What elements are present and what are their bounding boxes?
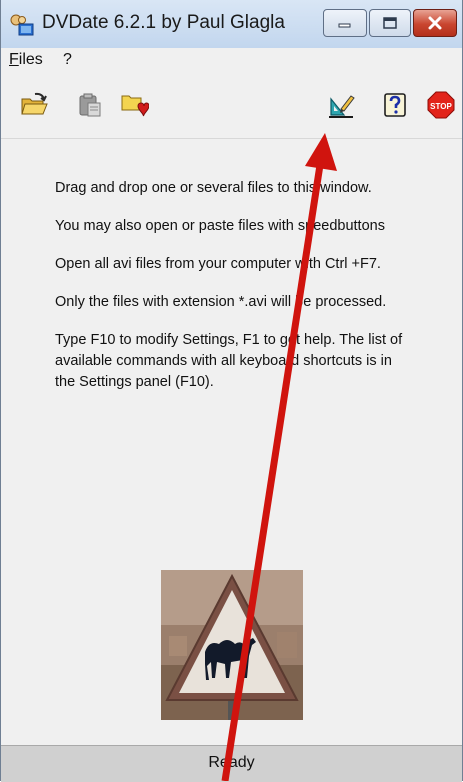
maximize-icon	[383, 17, 397, 29]
help-icon[interactable]	[380, 90, 410, 120]
maximize-button[interactable]	[369, 9, 411, 37]
close-icon	[428, 16, 442, 30]
app-window: DVDate 6.2.1 by Paul Glagla Files ? STOP…	[0, 0, 463, 782]
title-bar[interactable]: DVDate 6.2.1 by Paul Glagla	[1, 0, 462, 48]
status-bar: Ready	[1, 745, 462, 782]
toolbar: STOP	[1, 72, 462, 139]
instructions: Drag and drop one or several files to th…	[55, 178, 415, 410]
settings-icon[interactable]	[326, 90, 356, 120]
stop-icon[interactable]: STOP	[426, 90, 456, 120]
instruction-open-all: Open all avi files from your computer wi…	[55, 256, 381, 272]
svg-text:STOP: STOP	[430, 102, 452, 111]
menu-bar: Files ?	[1, 48, 462, 72]
menu-files-label: iles	[18, 51, 43, 68]
folder-heart-icon[interactable]	[119, 90, 150, 120]
camel-warning-sign-image	[161, 570, 303, 720]
paste-icon[interactable]	[75, 90, 105, 120]
minimize-button[interactable]	[323, 9, 367, 37]
status-text: Ready	[208, 754, 255, 771]
instruction-drag-drop: Drag and drop one or several files to th…	[55, 180, 372, 196]
open-folder-icon[interactable]	[19, 90, 49, 120]
close-button[interactable]	[413, 9, 457, 37]
menu-help[interactable]: ?	[63, 51, 72, 69]
app-icon	[10, 14, 34, 36]
instruction-speedbuttons: You may also open or paste files with sp…	[55, 218, 385, 234]
minimize-icon	[338, 23, 351, 28]
instruction-extension: Only the files with extension *.avi will…	[55, 294, 387, 310]
menu-files[interactable]: Files	[9, 51, 43, 69]
menu-files-accelerator: F	[9, 51, 19, 68]
instruction-settings: Type F10 to modify Settings, F1 to get h…	[55, 332, 403, 390]
drop-area[interactable]: Drag and drop one or several files to th…	[1, 139, 462, 745]
window-title: DVDate 6.2.1 by Paul Glagla	[42, 12, 285, 33]
